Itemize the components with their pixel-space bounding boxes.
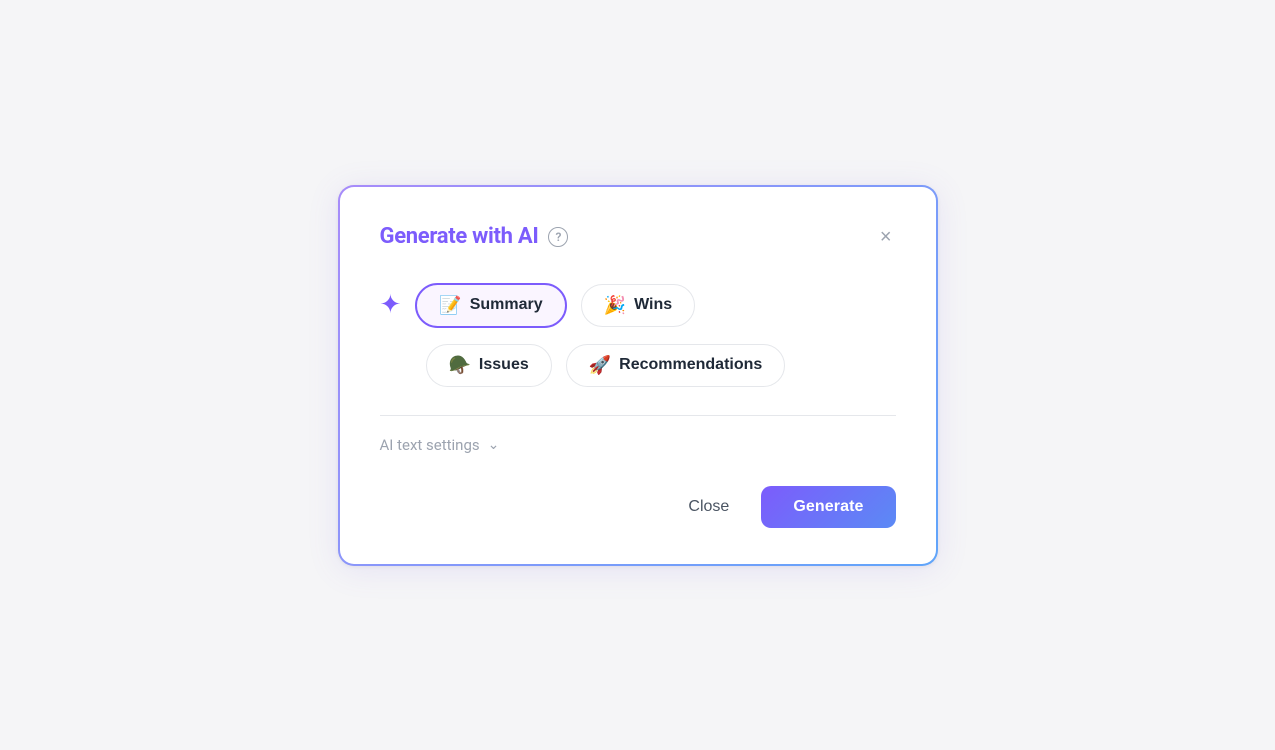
option-chip-issues[interactable]: 🪖 Issues — [426, 344, 552, 387]
option-chip-wins[interactable]: 🎉 Wins — [581, 284, 696, 327]
recommendations-label: Recommendations — [619, 356, 762, 374]
close-icon: × — [880, 227, 892, 247]
options-row-2: 🪖 Issues 🚀 Recommendations — [380, 344, 896, 387]
dialog-footer: Close Generate — [380, 486, 896, 528]
issues-label: Issues — [479, 356, 529, 374]
close-icon-button[interactable]: × — [876, 223, 896, 251]
dialog-title: Generate with AI — [380, 224, 539, 249]
options-row-1: ✦ 📝 Summary 🎉 Wins — [380, 283, 896, 328]
generate-ai-dialog: Generate with AI ? × ✦ 📝 Summary 🎉 Wins … — [338, 185, 938, 566]
help-icon[interactable]: ? — [548, 227, 568, 247]
dialog-header: Generate with AI ? × — [380, 223, 896, 251]
wins-label: Wins — [634, 296, 672, 314]
settings-label: AI text settings — [380, 436, 480, 454]
ai-text-settings-row[interactable]: AI text settings ⌄ — [380, 436, 896, 454]
recommendations-emoji: 🚀 — [589, 355, 611, 376]
option-chip-summary[interactable]: 📝 Summary — [415, 283, 566, 328]
option-chip-recommendations[interactable]: 🚀 Recommendations — [566, 344, 786, 387]
divider — [380, 415, 896, 416]
issues-emoji: 🪖 — [449, 355, 471, 376]
options-area: ✦ 📝 Summary 🎉 Wins 🪖 Issues 🚀 Recommenda… — [380, 283, 896, 387]
generate-button[interactable]: Generate — [761, 486, 895, 528]
chevron-down-icon: ⌄ — [488, 437, 500, 453]
ai-sparkle-icon: ✦ — [380, 290, 402, 320]
dialog-title-row: Generate with AI ? — [380, 224, 569, 249]
summary-label: Summary — [470, 296, 543, 314]
wins-emoji: 🎉 — [604, 295, 626, 316]
close-button[interactable]: Close — [672, 488, 745, 526]
summary-emoji: 📝 — [439, 295, 461, 316]
